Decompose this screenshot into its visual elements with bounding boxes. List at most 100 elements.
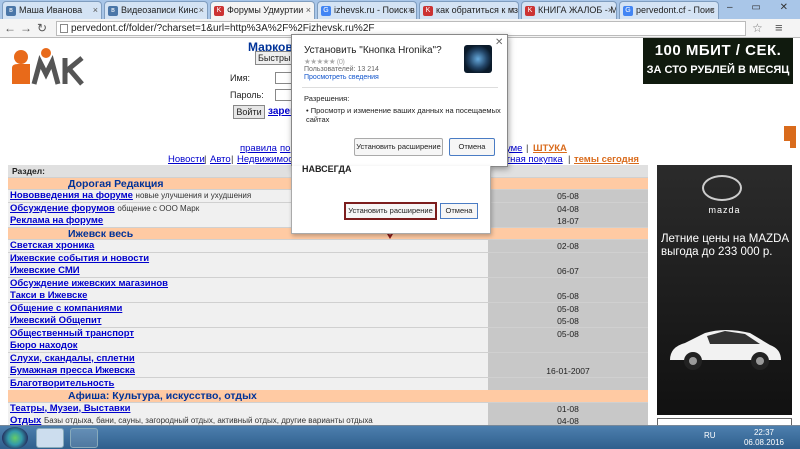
last-post-date: 18-07 bbox=[488, 215, 648, 227]
nav-rules[interactable]: правила bbox=[240, 143, 277, 154]
tab-0[interactable]: в Маша Иванова × bbox=[2, 1, 102, 19]
forum-row: Бюро находок bbox=[8, 340, 648, 353]
nav-link[interactable]: по bbox=[280, 143, 290, 154]
forum-link[interactable]: Реклама на форуме bbox=[10, 215, 103, 226]
forum-link[interactable]: Общение с компаниями bbox=[10, 303, 122, 314]
forum-link[interactable]: Благотворительность bbox=[10, 378, 114, 389]
last-post-date bbox=[488, 277, 648, 290]
last-post-date bbox=[488, 340, 648, 352]
tab-4[interactable]: Kкак обратиться к мз × bbox=[419, 1, 519, 19]
tab-1[interactable]: в Видеозаписи Кинс × bbox=[104, 1, 208, 19]
forum-row: Такси в Ижевске 05-08 bbox=[8, 290, 648, 303]
forum-row: Светская хроника 02-08 bbox=[8, 240, 648, 253]
close-icon[interactable]: × bbox=[510, 2, 515, 19]
last-post-date: 05-08 bbox=[488, 190, 648, 202]
tab-label: как обратиться к мз bbox=[436, 5, 519, 15]
tab-label: Видеозаписи Кинс bbox=[121, 5, 198, 15]
cancel-button[interactable]: Отмена bbox=[449, 138, 495, 156]
reload-icon[interactable]: ↻ bbox=[37, 21, 47, 35]
nav-link[interactable]: уме bbox=[506, 143, 522, 154]
site-logo bbox=[12, 48, 84, 86]
forum-row: Театры, Музеи, Выставки 01-08 bbox=[8, 402, 648, 415]
forum-link[interactable]: Ижевские события и новости bbox=[10, 253, 149, 264]
close-icon[interactable]: ✕ bbox=[495, 37, 503, 48]
forum-link[interactable]: Обсуждение ижевских магазинов bbox=[10, 278, 168, 289]
quick-select[interactable]: Быстрый bbox=[255, 51, 296, 65]
close-icon[interactable]: × bbox=[199, 2, 204, 19]
cancel-button-secondary[interactable]: Отмена bbox=[440, 203, 478, 219]
forum-link[interactable]: Бюро находок bbox=[10, 340, 78, 351]
rating-stars: ★★★★★ (0) bbox=[304, 57, 345, 66]
start-button[interactable] bbox=[2, 427, 28, 449]
close-icon[interactable]: × bbox=[93, 2, 98, 19]
forum-link[interactable]: Ижевские СМИ bbox=[10, 265, 80, 276]
forum-link[interactable]: Ижевский Общепит bbox=[10, 315, 101, 326]
install-dialog-background: НАВСЕГДА Установить расширение Отмена bbox=[291, 164, 491, 234]
nav-shtuka[interactable]: ШТУКА bbox=[533, 143, 567, 154]
clock-date: 06.08.2016 bbox=[743, 438, 785, 447]
vk-icon: в bbox=[108, 6, 118, 16]
mazda-ad[interactable]: mazda Летние цены на MAZDA выгода до 233… bbox=[657, 165, 792, 415]
skype-taskbar-icon[interactable] bbox=[36, 428, 64, 448]
window-controls[interactable]: – ▭ ✕ bbox=[727, 2, 796, 13]
nav-news[interactable]: Новости bbox=[168, 154, 205, 165]
forum-link[interactable]: Такси в Ижевске bbox=[10, 290, 87, 301]
category-header[interactable]: Афиша: Культура, искусство, отдых bbox=[8, 390, 648, 403]
nav-realty[interactable]: Недвижимост bbox=[237, 154, 297, 165]
tab-label: izhevsk.ru - Поиск в bbox=[334, 5, 415, 15]
forum-link[interactable]: Слухи, скандалы, сплетни bbox=[10, 353, 135, 364]
language-indicator[interactable]: RU bbox=[704, 431, 716, 440]
last-post-date: 16-01-2007 bbox=[488, 365, 648, 377]
nav-today[interactable]: темы сегодня bbox=[574, 154, 639, 165]
tab-3[interactable]: Gizhevsk.ru - Поиск в × bbox=[317, 1, 417, 19]
last-post-date: 02-08 bbox=[488, 240, 648, 252]
forum-link[interactable]: Театры, Музеи, Выставки bbox=[10, 403, 130, 414]
forum-link[interactable]: Нововведения на форуме bbox=[10, 190, 133, 201]
ad-text: Летние цены на MAZDA выгода до 233 000 р… bbox=[661, 233, 789, 258]
install-button[interactable]: Установить расширение bbox=[354, 138, 443, 156]
forum-link[interactable]: Обсуждение форумов bbox=[10, 203, 115, 214]
chrome-taskbar-icon[interactable] bbox=[70, 428, 98, 448]
forum-description: новые улучшения и ухудшения bbox=[135, 191, 252, 200]
forum-row: Общение с компаниями 05-08 bbox=[8, 302, 648, 315]
forward-icon[interactable]: → bbox=[20, 21, 32, 35]
install-button-secondary[interactable]: Установить расширение bbox=[344, 202, 437, 220]
forum-link[interactable]: Общественный транспорт bbox=[10, 328, 134, 339]
forum-row: Ижевский Общепит 05-08 bbox=[8, 315, 648, 328]
login-button[interactable]: Войти bbox=[233, 105, 265, 119]
last-post-date: 05-08 bbox=[488, 315, 648, 327]
forum-icon: K bbox=[214, 6, 224, 16]
forum-row: Ижевские события и новости bbox=[8, 252, 648, 265]
menu-icon[interactable]: ≡ bbox=[775, 20, 783, 35]
forum-row: Общественный транспорт 05-08 bbox=[8, 327, 648, 340]
tab-strip: в Маша Иванова × в Видеозаписи Кинс × K Форум… bbox=[0, 0, 800, 20]
last-post-date: 05-08 bbox=[488, 290, 648, 302]
google-icon: G bbox=[321, 6, 331, 16]
tab-2[interactable]: K Форумы Удмуртии × bbox=[210, 1, 315, 20]
forum-link[interactable]: Светская хроника bbox=[10, 240, 94, 251]
clock[interactable]: 22:37 06.08.2016 bbox=[740, 428, 788, 448]
ad-line-1: 100 МБИТ / СЕК. bbox=[654, 42, 782, 59]
close-icon[interactable]: × bbox=[608, 2, 613, 19]
page-icon bbox=[60, 24, 68, 33]
tab-label: Форумы Удмуртии bbox=[227, 5, 304, 15]
close-icon[interactable]: × bbox=[710, 2, 715, 19]
clock-time: 22:37 bbox=[753, 428, 775, 437]
user-count: Пользователей: 13 214 bbox=[304, 66, 379, 73]
last-post-date: 01-08 bbox=[488, 402, 648, 415]
tab-6[interactable]: Gpervedont.cf - Поис × bbox=[619, 1, 719, 19]
close-icon[interactable]: × bbox=[306, 2, 311, 19]
nav-purchase[interactable]: стная покупка bbox=[501, 154, 563, 165]
google-icon: G bbox=[623, 6, 633, 16]
install-extension-dialog: Установить "Кнопка Hronika"? ★★★★★ (0) П… bbox=[291, 34, 508, 167]
details-link[interactable]: Просмотреть сведения bbox=[304, 74, 379, 81]
nav-auto[interactable]: Авто bbox=[210, 154, 231, 165]
permission-item: • Просмотр и изменение ваших данных на п… bbox=[306, 106, 501, 124]
close-icon[interactable]: × bbox=[408, 2, 413, 19]
forum-link[interactable]: Бумажная пресса Ижевска bbox=[10, 365, 135, 376]
forum-icon: K bbox=[525, 6, 535, 16]
back-icon[interactable]: ← bbox=[4, 21, 16, 35]
internet-ad-banner[interactable]: 100 МБИТ / СЕК. ЗА СТО РУБЛЕЙ В МЕСЯЦ bbox=[643, 38, 793, 84]
bookmark-star-icon[interactable]: ☆ bbox=[752, 21, 763, 35]
tab-5[interactable]: K КНИГА ЖАЛОБ - М × bbox=[521, 1, 617, 19]
